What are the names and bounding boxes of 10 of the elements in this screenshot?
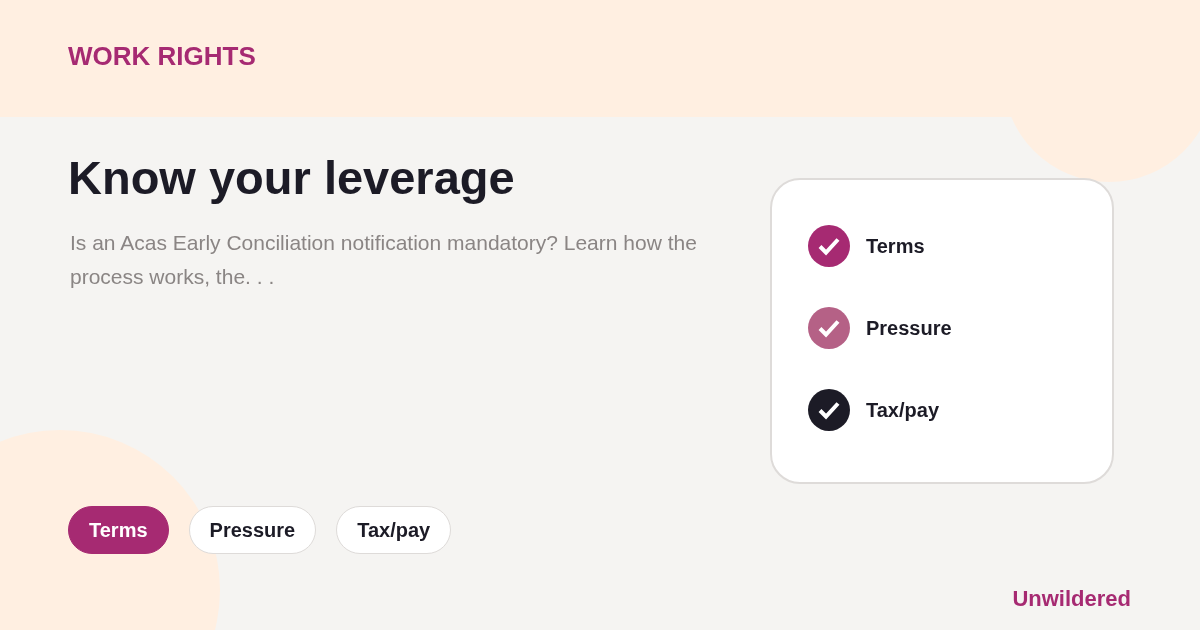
checklist-label: Pressure <box>866 316 952 340</box>
tag-pill[interactable]: Tax/pay <box>336 506 452 554</box>
tag-pill[interactable]: Pressure <box>188 506 317 554</box>
description-text: Is an Acas Early Conciliation notification mandatory? Learn how the process works, the. . . <box>70 230 698 290</box>
checklist-label: Tax/pay <box>866 398 939 422</box>
eyebrow-label: WORK RIGHTS <box>68 41 256 72</box>
brand-name: Unwildered <box>1012 586 1131 612</box>
headline: Know your leverage <box>68 150 516 206</box>
tag-pill[interactable]: Terms <box>68 506 169 554</box>
checklist-label: Terms <box>866 234 925 258</box>
